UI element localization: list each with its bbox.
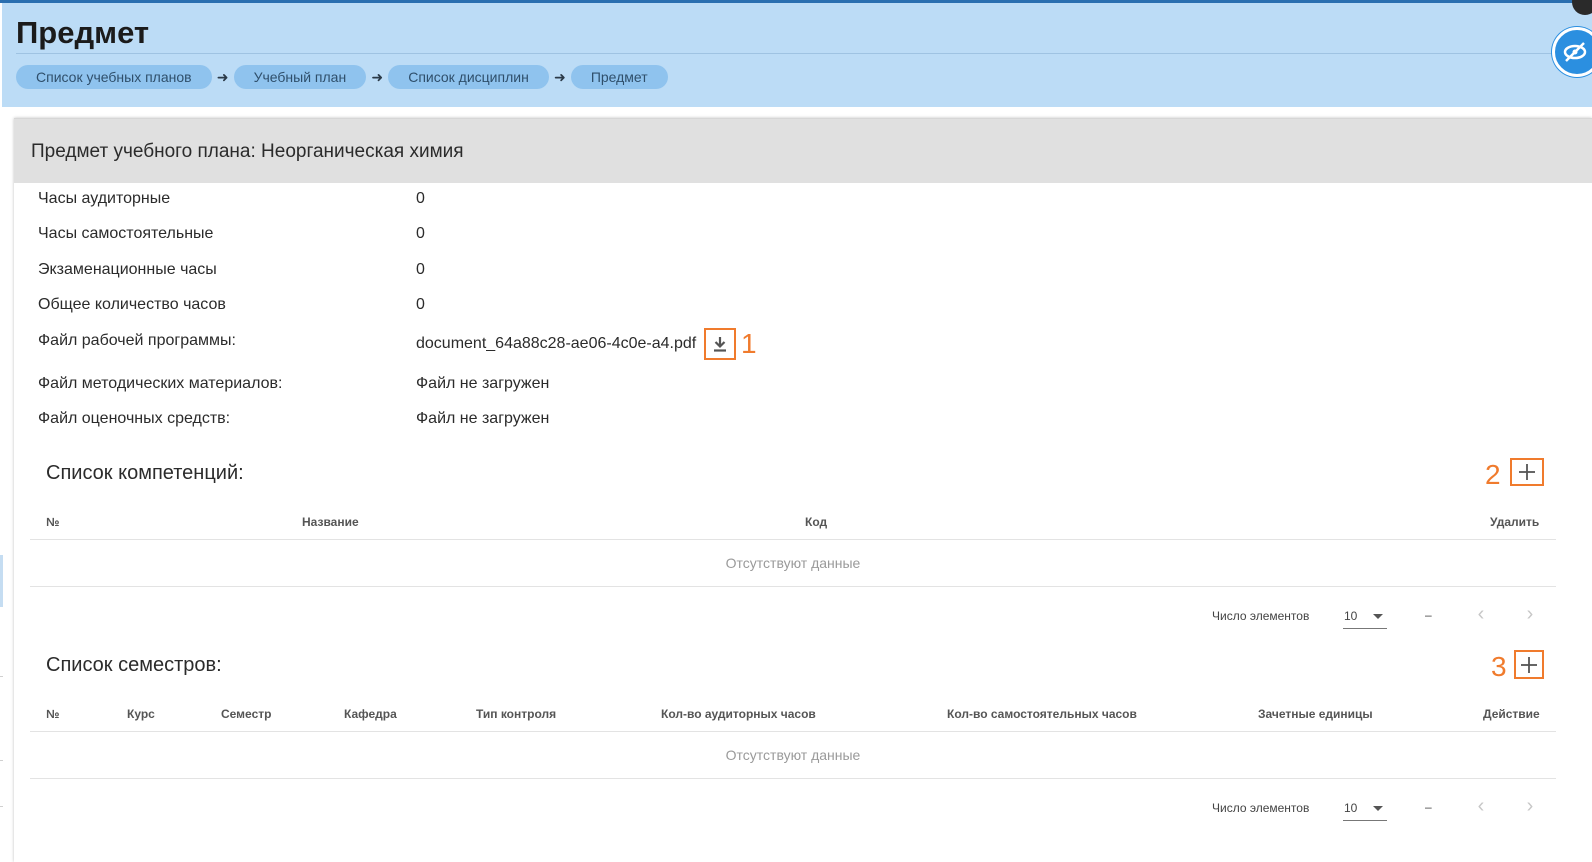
annotation-number: 3 xyxy=(1491,651,1507,682)
breadcrumb: Список учебных планов ➜ Учебный план ➜ С… xyxy=(16,65,668,89)
info-row-methodical-file: Файл методических материалов: Файл не за… xyxy=(38,375,1238,399)
semesters-paginator: Число элементов 10 – ‹ › xyxy=(30,792,1556,824)
competencies-table: № Название Код Удалить Отсутствуют данны… xyxy=(30,501,1556,587)
info-value: 0 xyxy=(416,225,425,242)
breadcrumb-study-plans-list[interactable]: Список учебных планов xyxy=(16,65,212,89)
column-header-course[interactable]: Курс xyxy=(127,707,155,721)
info-value: 0 xyxy=(416,296,425,313)
page-range-label: – xyxy=(1425,608,1432,622)
caret-down-icon xyxy=(1373,614,1383,619)
subject-card: Предмет учебного плана: Неорганическая х… xyxy=(14,118,1592,862)
page-size-select[interactable]: 10 xyxy=(1343,602,1387,629)
previous-page-button[interactable]: ‹ xyxy=(1469,602,1493,626)
empty-table-message: Отсутствуют данные xyxy=(725,555,861,571)
work-program-file-name: document_64a88c28-ae06-4c0e-a4.pdf xyxy=(416,335,697,352)
info-row-auditory-hours: Часы аудиторные 0 xyxy=(38,190,1238,214)
left-edge-tick xyxy=(0,806,3,807)
info-value: 0 xyxy=(416,190,425,207)
column-header-number[interactable]: № xyxy=(46,515,59,529)
page-title: Предмет xyxy=(16,15,150,50)
column-header-department[interactable]: Кафедра xyxy=(344,707,397,721)
breadcrumb-study-plan[interactable]: Учебный план xyxy=(233,65,367,89)
page-size-value: 10 xyxy=(1344,609,1358,623)
info-row-total-hours: Общее количество часов 0 xyxy=(38,296,1238,320)
page-size-select[interactable]: 10 xyxy=(1343,794,1387,821)
info-row-work-program-file: Файл рабочей программы: document_64a88c2… xyxy=(38,332,1238,356)
info-label: Файл рабочей программы: xyxy=(38,332,236,349)
chevron-right-icon: ➜ xyxy=(371,68,384,85)
column-header-action: Действие xyxy=(1483,707,1540,721)
info-label: Файл методических материалов: xyxy=(38,375,283,392)
annotation-number: 2 xyxy=(1485,459,1501,490)
page-size-label: Число элементов xyxy=(1212,801,1310,815)
page-size-value: 10 xyxy=(1344,801,1358,815)
previous-page-button[interactable]: ‹ xyxy=(1469,794,1493,818)
table-header-row: № Название Код Удалить xyxy=(30,501,1556,539)
column-header-credit-units[interactable]: Зачетные единицы xyxy=(1258,707,1373,721)
card-title: Предмет учебного плана: Неорганическая х… xyxy=(31,141,464,162)
next-page-button[interactable]: › xyxy=(1518,794,1542,818)
competencies-paginator: Число элементов 10 – ‹ › xyxy=(30,600,1556,632)
column-header-delete: Удалить xyxy=(1490,515,1540,529)
title-divider xyxy=(16,53,1592,54)
info-label: Часы аудиторные xyxy=(38,190,171,207)
column-header-code[interactable]: Код xyxy=(805,515,827,529)
column-header-number[interactable]: № xyxy=(46,707,59,721)
competencies-title: Список компетенций: xyxy=(46,462,244,484)
download-button[interactable] xyxy=(704,328,736,360)
row-divider xyxy=(30,778,1556,779)
plus-icon xyxy=(1519,464,1535,480)
column-header-auditory-hours[interactable]: Кол-во аудиторных часов xyxy=(661,707,816,721)
chevron-right-icon: ➜ xyxy=(216,68,229,85)
eye-slash-icon xyxy=(1563,42,1587,62)
plus-icon xyxy=(1521,656,1537,673)
column-header-semester[interactable]: Семестр xyxy=(221,707,271,721)
info-row-self-study-hours: Часы самостоятельные 0 xyxy=(38,225,1238,249)
left-edge-tick xyxy=(0,760,3,761)
column-header-control-type[interactable]: Тип контроля xyxy=(476,707,556,721)
caret-down-icon xyxy=(1373,806,1383,811)
visibility-toggle-button[interactable] xyxy=(1552,27,1592,77)
empty-table-message: Отсутствуют данные xyxy=(725,747,861,763)
column-header-self-study-hours[interactable]: Кол-во самостоятельных часов xyxy=(947,707,1137,721)
chevron-right-icon: ➜ xyxy=(553,68,566,85)
info-label: Файл оценочных средств: xyxy=(38,410,231,427)
semesters-title: Список семестров: xyxy=(46,654,222,676)
corner-control[interactable] xyxy=(1572,0,1592,15)
left-edge-tick xyxy=(0,676,3,677)
info-row-assessment-file: Файл оценочных средств: Файл не загружен xyxy=(38,410,1238,434)
table-header-row: № Курс Семестр Кафедра Тип контроля Кол-… xyxy=(30,693,1556,731)
semesters-table: № Курс Семестр Кафедра Тип контроля Кол-… xyxy=(30,693,1556,779)
row-divider xyxy=(30,586,1556,587)
info-label: Общее количество часов xyxy=(38,296,226,313)
info-value: Файл не загружен xyxy=(416,375,550,392)
page-header: Предмет Список учебных планов ➜ Учебный … xyxy=(2,0,1592,107)
add-semester-button[interactable] xyxy=(1514,650,1544,679)
column-header-name[interactable]: Название xyxy=(302,515,359,529)
page-range-label: – xyxy=(1425,800,1432,814)
page-size-label: Число элементов xyxy=(1212,609,1310,623)
download-control: 1 xyxy=(704,328,757,360)
info-label: Часы самостоятельные xyxy=(38,225,214,242)
breadcrumb-subject[interactable]: Предмет xyxy=(570,65,668,89)
info-row-exam-hours: Экзаменационные часы 0 xyxy=(38,261,1238,285)
info-label: Экзаменационные часы xyxy=(38,261,217,278)
info-value: 0 xyxy=(416,261,425,278)
add-competence-button[interactable] xyxy=(1510,458,1544,486)
left-edge-marker xyxy=(0,555,3,607)
next-page-button[interactable]: › xyxy=(1518,602,1542,626)
download-icon xyxy=(714,337,726,352)
info-value: Файл не загружен xyxy=(416,410,550,427)
breadcrumb-disciplines-list[interactable]: Список дисциплин xyxy=(388,65,549,89)
card-header: Предмет учебного плана: Неорганическая х… xyxy=(14,118,1592,183)
annotation-number: 1 xyxy=(741,328,757,359)
